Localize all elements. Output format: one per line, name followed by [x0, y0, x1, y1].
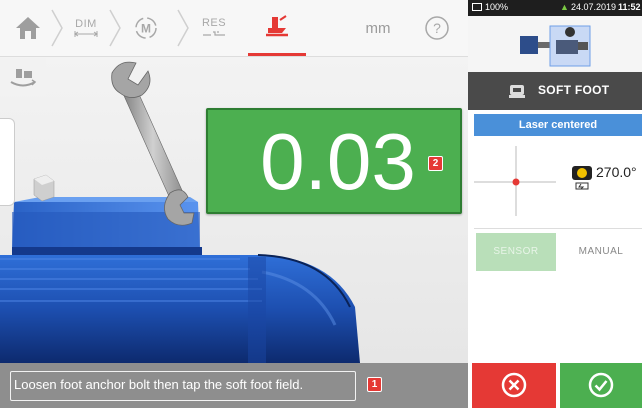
anchor-bolt [33, 174, 55, 202]
panel-title: SOFT FOOT [538, 83, 610, 97]
status-bar: 100% ▲ 24.07.2019 11:52 [468, 0, 642, 16]
laser-target-area: 270.0° [474, 136, 642, 229]
battery-level: 100% [485, 2, 509, 12]
svg-text:?: ? [433, 20, 441, 36]
close-circle-icon [501, 372, 527, 398]
soft-foot-value-field[interactable]: 0.03 2 [206, 108, 462, 214]
cancel-button[interactable] [472, 363, 556, 408]
manual-mode-button[interactable]: MANUAL [562, 233, 640, 271]
side-panel-tab[interactable] [0, 118, 15, 206]
check-circle-icon [588, 372, 614, 398]
status-date: 24.07.2019 [571, 2, 617, 12]
soft-foot-button[interactable] [248, 0, 306, 56]
battery-icon [472, 3, 482, 11]
results-button[interactable]: RES [194, 0, 234, 56]
res-label: RES [201, 17, 227, 29]
callout-badge-1: 1 [367, 377, 382, 392]
machine-train-icon [520, 25, 591, 67]
confirm-button[interactable] [560, 363, 642, 408]
svg-text:M: M [141, 22, 151, 36]
soft-foot-panel-icon [509, 85, 525, 98]
dimension-arrows-icon [74, 30, 98, 37]
measure-button[interactable]: M [124, 0, 168, 56]
help-button[interactable]: ? [422, 0, 452, 56]
help-icon: ? [425, 16, 449, 40]
laser-status-bar: Laser centered [474, 114, 642, 136]
sensor-icon [572, 166, 592, 190]
motor-body[interactable] [0, 254, 360, 363]
measure-icon: M [135, 17, 157, 39]
laser-target-crosshair [474, 146, 556, 216]
sensor-mode-button[interactable]: SENSOR [476, 233, 556, 271]
status-time: 11:52 [618, 2, 641, 12]
callout-badge-2: 2 [428, 156, 443, 171]
signal-icon: ▲ [560, 2, 569, 12]
soft-foot-value: 0.03 [260, 117, 416, 206]
instruction-text: Loosen foot anchor bolt then tap the sof… [14, 377, 304, 392]
instruction-box: Loosen foot anchor bolt then tap the sof… [10, 371, 356, 401]
top-toolbar: DIM M RES mm ? [0, 0, 468, 57]
soft-foot-icon [266, 14, 288, 36]
rotate-view-button[interactable] [0, 58, 46, 96]
chevron-icon [51, 9, 63, 47]
home-icon [16, 17, 40, 39]
rotate-machine-icon [10, 69, 37, 87]
results-icon [203, 31, 225, 36]
dimensions-button[interactable]: DIM [66, 0, 106, 56]
machine-train-strip[interactable] [468, 16, 642, 72]
home-button[interactable] [10, 0, 46, 56]
inclination-angle: 270.0° [596, 164, 637, 180]
chevron-icon [109, 9, 121, 47]
soft-foot-header: SOFT FOOT [468, 72, 642, 110]
units-label: mm [365, 19, 391, 37]
chevron-icon [177, 9, 189, 47]
units-button[interactable]: mm [356, 0, 400, 56]
dim-label: DIM [75, 17, 97, 30]
